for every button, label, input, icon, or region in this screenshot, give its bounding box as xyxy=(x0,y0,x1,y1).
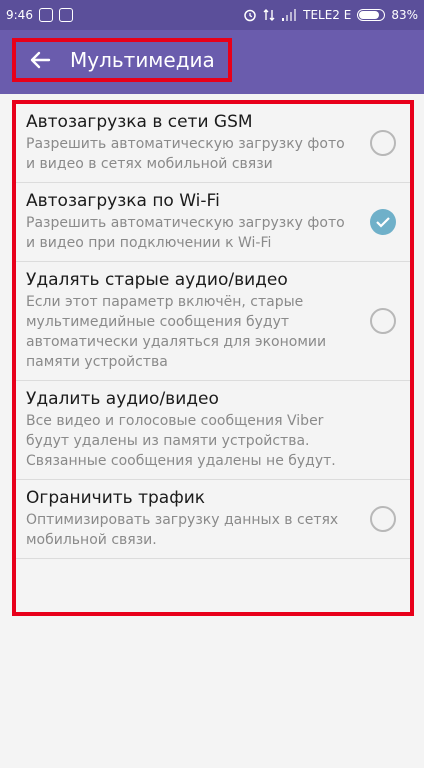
page-title: Мультимедиа xyxy=(70,48,215,72)
status-bar-right: TELE2 E 83% xyxy=(243,8,418,22)
setting-limit-traffic[interactable]: Ограничить трафик Оптимизировать загрузк… xyxy=(16,480,410,559)
checkbox-limit-traffic[interactable] xyxy=(370,506,396,532)
setting-title: Автозагрузка в сети GSM xyxy=(26,112,253,132)
setting-title: Удалять старые аудио/видео xyxy=(26,270,288,290)
app-bar: Мультимедиа xyxy=(0,30,424,94)
back-button[interactable] xyxy=(16,42,64,78)
data-transfer-icon xyxy=(263,9,275,21)
title-highlight-frame: Мультимедиа xyxy=(12,38,232,82)
battery-icon xyxy=(357,9,386,21)
checkmark-icon xyxy=(376,217,390,228)
checkbox-gsm-autodownload[interactable] xyxy=(370,130,396,156)
status-bar-left: 9:46 xyxy=(6,8,73,22)
viber-notification-icon xyxy=(38,8,53,22)
setting-description: Все видео и голосовые сообщения Viber бу… xyxy=(26,413,336,469)
status-bar: 9:46 TELE2 E 83% xyxy=(0,0,424,30)
setting-title: Автозагрузка по Wi-Fi xyxy=(26,191,220,211)
setting-description: Разрешить автоматическую загрузку фото и… xyxy=(26,215,345,251)
carrier-name: TELE2 E xyxy=(303,8,352,22)
setting-title: Ограничить трафик xyxy=(26,488,206,508)
setting-delete-old-media[interactable]: Удалять старые аудио/видео Если этот пар… xyxy=(16,262,410,381)
settings-content: Автозагрузка в сети GSM Разрешить автома… xyxy=(0,94,424,768)
checkbox-delete-old-media[interactable] xyxy=(370,308,396,334)
setting-gsm-autodownload[interactable]: Автозагрузка в сети GSM Разрешить автома… xyxy=(16,104,410,183)
checkbox-wifi-autodownload[interactable] xyxy=(370,209,396,235)
setting-title: Удалить аудио/видео xyxy=(26,389,219,409)
status-time: 9:46 xyxy=(6,8,33,22)
setting-delete-media[interactable]: Удалить аудио/видео Все видео и голосовы… xyxy=(16,381,410,480)
alarm-icon xyxy=(244,9,256,22)
setting-description: Разрешить автоматическую загрузку фото и… xyxy=(26,136,345,172)
signal-strength-icon xyxy=(282,9,297,21)
setting-description: Оптимизировать загрузку данных в сетях м… xyxy=(26,512,339,548)
viber-notification-icon-2 xyxy=(58,8,73,22)
setting-description: Если этот параметр включён, старые мульт… xyxy=(26,294,327,370)
battery-percent: 83% xyxy=(391,8,418,22)
setting-wifi-autodownload[interactable]: Автозагрузка по Wi-Fi Разрешить автомати… xyxy=(16,183,410,262)
arrow-left-icon xyxy=(30,51,51,69)
settings-highlight-frame: Автозагрузка в сети GSM Разрешить автома… xyxy=(12,100,414,616)
